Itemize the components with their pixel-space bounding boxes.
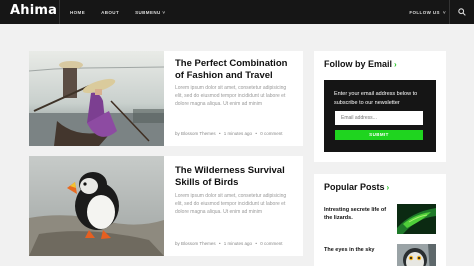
widget-title: Follow by Email ›	[324, 59, 397, 69]
puffin-bird-image	[29, 156, 164, 256]
post-author[interactable]: by Blossom Themes	[175, 131, 216, 136]
post-thumbnail-fashion[interactable]	[29, 51, 164, 146]
post-author[interactable]: by Blossom Themes	[175, 241, 216, 246]
post-comments[interactable]: 0 comment	[260, 241, 282, 246]
main-nav: HOME ABOUT SUBMENU ˅	[62, 0, 173, 24]
meta-separator: •	[218, 131, 221, 136]
post-title[interactable]: The Perfect Combination of Fashion and T…	[175, 58, 299, 82]
follow-by-email-widget: Follow by Email › Enter your email addres…	[314, 51, 446, 162]
search-icon[interactable]	[458, 8, 466, 16]
post-title[interactable]: The Wilderness Survival Skills of Birds	[175, 165, 299, 189]
submit-button[interactable]: SUBMIT	[335, 130, 423, 140]
chevron-down-icon: ˅	[162, 9, 166, 15]
post-time: 1 minutes ago	[223, 131, 253, 136]
nav-item-about[interactable]: ABOUT	[93, 10, 127, 15]
post-card: The Perfect Combination of Fashion and T…	[29, 51, 303, 146]
popular-posts-widget: Popular Posts › Intresting secrete life o…	[314, 174, 446, 266]
meta-separator: •	[255, 131, 257, 136]
follow-us-menu[interactable]: FOLLOW US ˅	[409, 0, 446, 24]
post-excerpt: Lorem ipsum dolor sit amet, consetetur a…	[175, 85, 287, 107]
logo-divider	[59, 0, 60, 24]
fashion-travel-image	[29, 51, 164, 146]
popular-post-title[interactable]: Intresting secrete life of the lizards.	[324, 206, 390, 222]
follow-us-label: FOLLOW US	[409, 9, 440, 15]
post-meta: by Blossom Themes • 1 minutes ago • 0 co…	[175, 131, 282, 136]
chevron-right-icon: ›	[386, 183, 390, 192]
post-card: The Wilderness Survival Skills of Birds …	[29, 156, 303, 256]
popular-post-thumbnail[interactable]	[397, 204, 436, 234]
popular-post-title[interactable]: The eyes in the sky	[324, 246, 390, 254]
site-logo[interactable]: Ahima	[10, 3, 57, 18]
post-comments[interactable]: 0 comment	[260, 131, 282, 136]
subscribe-box: Enter your email address below to subscr…	[324, 80, 436, 152]
lizard-image	[397, 204, 436, 234]
owl-image	[397, 244, 436, 266]
post-time: 1 minutes ago	[223, 241, 253, 246]
chevron-right-icon: ›	[394, 60, 397, 69]
post-excerpt: Lorem ipsum dolor sit amet, consetetur a…	[175, 193, 287, 215]
popular-post-thumbnail[interactable]	[397, 244, 436, 266]
chevron-down-icon: ˅	[442, 9, 446, 15]
widget-title-text: Follow by Email	[324, 59, 393, 69]
post-meta: by Blossom Themes • 1 minutes ago • 0 co…	[175, 241, 282, 246]
search-divider	[449, 0, 450, 24]
nav-item-submenu-label: SUBMENU	[135, 9, 161, 15]
nav-item-submenu[interactable]: SUBMENU ˅	[127, 10, 173, 15]
email-field[interactable]	[335, 111, 423, 125]
meta-separator: •	[255, 241, 257, 246]
post-thumbnail-puffin[interactable]	[29, 156, 164, 256]
widget-title-text: Popular Posts	[324, 182, 385, 192]
widget-title: Popular Posts ›	[324, 182, 389, 192]
meta-separator: •	[218, 241, 221, 246]
nav-item-home[interactable]: HOME	[62, 10, 93, 15]
top-navbar: Ahima HOME ABOUT SUBMENU ˅ FOLLOW US ˅	[0, 0, 474, 24]
subscribe-text: Enter your email address below to subscr…	[334, 91, 418, 106]
